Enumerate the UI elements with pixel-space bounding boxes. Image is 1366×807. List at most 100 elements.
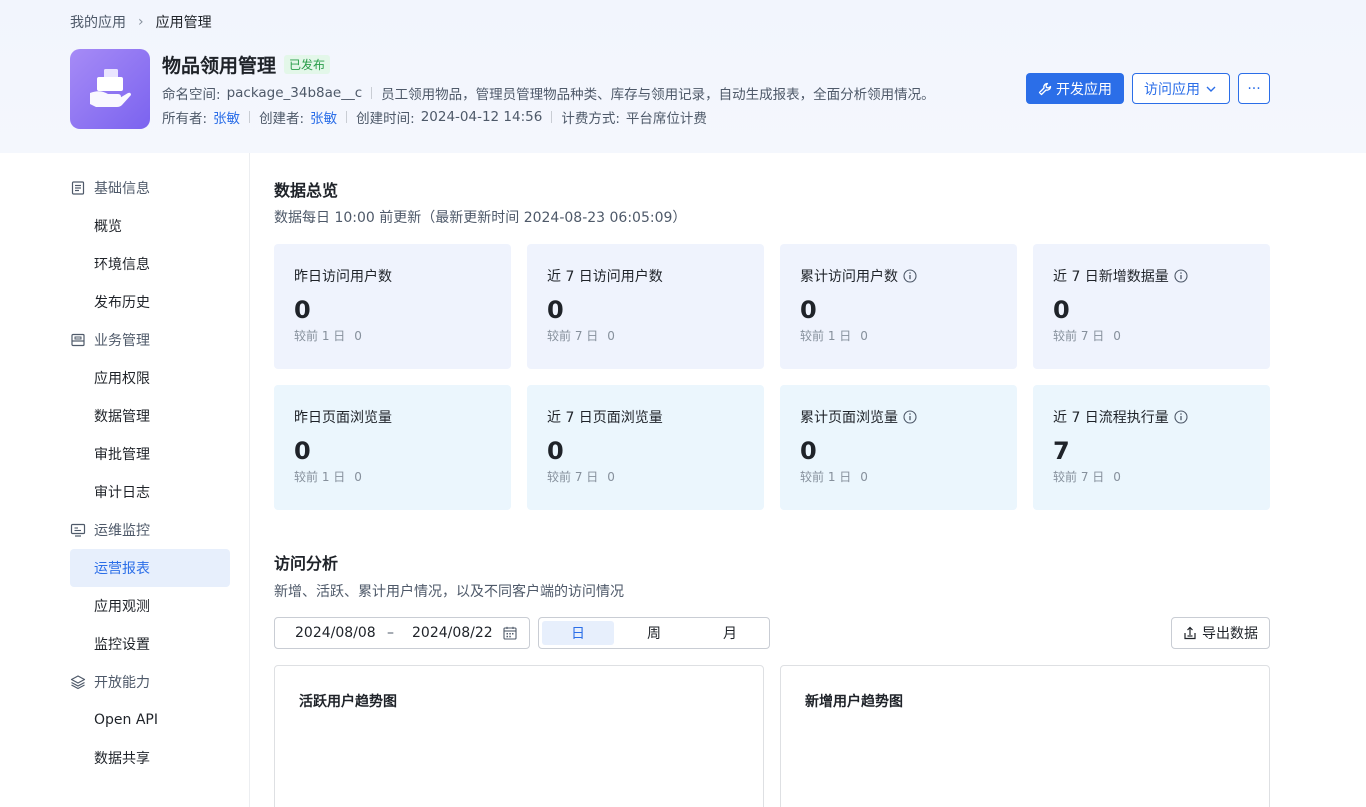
stat-card-label: 近 7 日页面浏览量 bbox=[547, 407, 744, 427]
stat-card-compare: 较前 7 日 0 bbox=[1053, 327, 1250, 344]
stat-card-compare-value: 0 bbox=[354, 470, 362, 484]
stat-card-compare-label: 较前 7 日 bbox=[547, 470, 599, 484]
calendar-icon bbox=[503, 626, 517, 640]
sidebar-item-release-history[interactable]: 发布历史 bbox=[70, 283, 230, 321]
wrench-icon bbox=[1038, 82, 1052, 95]
monitor-icon bbox=[70, 523, 86, 537]
sidebar-item-open-api[interactable]: Open API bbox=[70, 701, 230, 739]
namespace-value: package_34b8ae__c bbox=[226, 85, 363, 101]
develop-app-button[interactable]: 开发应用 bbox=[1026, 73, 1124, 104]
owner-link[interactable]: 张敏 bbox=[213, 107, 240, 127]
sidebar-item-monitor-settings[interactable]: 监控设置 bbox=[70, 625, 230, 663]
stat-card-compare-value: 0 bbox=[1113, 470, 1121, 484]
breadcrumb: 我的应用 › 应用管理 bbox=[70, 12, 212, 32]
created-time-label: 创建时间: bbox=[356, 111, 415, 127]
sidebar-item-overview[interactable]: 概览 bbox=[70, 207, 230, 245]
analysis-title: 访问分析 bbox=[274, 554, 339, 573]
stat-card-week-visitors: 近 7 日访问用户数 0 较前 7 日 0 bbox=[527, 244, 764, 369]
stat-card-week-pageviews: 近 7 日页面浏览量 0 较前 7 日 0 bbox=[527, 385, 764, 510]
meta-divider bbox=[551, 111, 553, 123]
stat-card-compare-value: 0 bbox=[354, 329, 362, 343]
sidebar-item-audit-log[interactable]: 审计日志 bbox=[70, 473, 230, 511]
stat-card-label-text: 累计页面浏览量 bbox=[800, 410, 898, 426]
briefcase-icon bbox=[71, 333, 85, 347]
date-range-separator: – bbox=[387, 625, 394, 641]
sidebar-item-app-permissions[interactable]: 应用权限 bbox=[70, 359, 230, 397]
date-start-input[interactable]: 2024/08/08 bbox=[295, 625, 376, 641]
breadcrumb-my-apps[interactable]: 我的应用 bbox=[70, 12, 126, 32]
stat-card-week-flow-executions: 近 7 日流程执行量 7 较前 7 日 0 bbox=[1033, 385, 1270, 510]
creator-label: 创建者: bbox=[259, 111, 305, 127]
granularity-segmented-control: 日 周 月 bbox=[538, 617, 770, 649]
namespace-label: 命名空间: bbox=[162, 87, 221, 103]
stat-card-yesterday-pageviews: 昨日页面浏览量 0 较前 1 日 0 bbox=[274, 385, 511, 510]
sidebar-item-app-observability[interactable]: 应用观测 bbox=[70, 587, 230, 625]
info-icon[interactable] bbox=[1174, 269, 1188, 283]
stat-card-compare-label: 较前 1 日 bbox=[294, 329, 346, 343]
export-data-label: 导出数据 bbox=[1202, 626, 1258, 642]
export-data-button[interactable]: 导出数据 bbox=[1171, 617, 1270, 649]
stat-card-compare-label: 较前 1 日 bbox=[800, 329, 852, 343]
visit-app-label: 访问应用 bbox=[1144, 81, 1200, 98]
sidebar-item-environment[interactable]: 环境信息 bbox=[70, 245, 230, 283]
active-users-chart-title: 活跃用户趋势图 bbox=[299, 694, 397, 710]
stat-card-label: 近 7 日流程执行量 bbox=[1053, 407, 1250, 427]
app-meta-namespace-row: 命名空间: package_34b8ae__c 员工领用物品，管理员管理物品种类… bbox=[162, 83, 935, 103]
billing-value: 平台席位计费 bbox=[625, 111, 707, 127]
stat-card-compare-label: 较前 7 日 bbox=[1053, 329, 1105, 343]
status-badge: 已发布 bbox=[284, 54, 331, 74]
stat-card-value: 0 bbox=[294, 296, 311, 324]
visit-app-dropdown[interactable]: 访问应用 bbox=[1132, 73, 1230, 104]
stat-card-compare-value: 0 bbox=[607, 470, 615, 484]
analysis-subtitle: 新增、活跃、累计用户情况，以及不同客户端的访问情况 bbox=[274, 584, 624, 600]
new-users-chart-title: 新增用户趋势图 bbox=[805, 694, 903, 710]
sidebar-item-operations-report[interactable]: 运营报表 bbox=[70, 549, 230, 587]
stat-card-value: 0 bbox=[800, 296, 817, 324]
sidebar-group-basic-info[interactable]: 基础信息 bbox=[70, 178, 150, 198]
meta-divider bbox=[346, 111, 348, 123]
more-actions-button[interactable]: ··· bbox=[1238, 73, 1270, 104]
stat-card-label-text: 昨日页面浏览量 bbox=[294, 410, 392, 426]
active-users-chart-panel: 活跃用户趋势图 bbox=[274, 665, 764, 807]
breadcrumb-separator: › bbox=[138, 14, 144, 30]
stat-card-compare: 较前 7 日 0 bbox=[547, 327, 744, 344]
info-icon[interactable] bbox=[903, 410, 917, 424]
stat-card-yesterday-visitors: 昨日访问用户数 0 较前 1 日 0 bbox=[274, 244, 511, 369]
sidebar-group-ops[interactable]: 运维监控 bbox=[70, 520, 150, 540]
sidebar-item-approval-management[interactable]: 审批管理 bbox=[70, 435, 230, 473]
creator-link[interactable]: 张敏 bbox=[310, 107, 337, 127]
sidebar-group-open-capability[interactable]: 开放能力 bbox=[70, 672, 150, 692]
stat-card-compare: 较前 1 日 0 bbox=[294, 327, 491, 344]
stat-card-label-text: 累计访问用户数 bbox=[800, 269, 898, 285]
date-range-picker[interactable]: 2024/08/08 – 2024/08/22 bbox=[274, 617, 530, 649]
granularity-month-tab[interactable]: 月 bbox=[694, 621, 766, 645]
info-icon[interactable] bbox=[1174, 410, 1188, 424]
sidebar-item-data-sharing[interactable]: 数据共享 bbox=[70, 739, 230, 777]
sidebar-group-business[interactable]: 业务管理 bbox=[70, 330, 150, 350]
stat-card-label: 近 7 日访问用户数 bbox=[547, 266, 744, 286]
granularity-week-tab[interactable]: 周 bbox=[618, 621, 690, 645]
sidebar-group-label: 开放能力 bbox=[94, 675, 150, 691]
app-title-row: 物品领用管理 已发布 bbox=[162, 51, 331, 77]
overview-title: 数据总览 bbox=[274, 181, 339, 200]
created-time-value: 2024-04-12 14:56 bbox=[420, 109, 543, 125]
stat-card-compare: 较前 1 日 0 bbox=[800, 468, 997, 485]
stat-card-label: 累计页面浏览量 bbox=[800, 407, 997, 427]
sidebar-group-label: 运维监控 bbox=[94, 523, 150, 539]
stat-card-label: 累计访问用户数 bbox=[800, 266, 997, 286]
billing-label: 计费方式: bbox=[561, 111, 620, 127]
stat-card-label: 昨日页面浏览量 bbox=[294, 407, 491, 427]
meta-divider bbox=[371, 87, 373, 99]
app-meta-people-row: 所有者: 张敏 创建者: 张敏 创建时间: 2024-04-12 14:56 计… bbox=[162, 107, 707, 127]
document-icon bbox=[71, 181, 85, 195]
stat-card-value: 7 bbox=[1053, 437, 1070, 465]
sidebar-item-data-management[interactable]: 数据管理 bbox=[70, 397, 230, 435]
info-icon[interactable] bbox=[903, 269, 917, 283]
app-header: 我的应用 › 应用管理 物品领用管理 已发布 命名空间: package_34b… bbox=[0, 0, 1366, 153]
date-end-input[interactable]: 2024/08/22 bbox=[412, 625, 493, 641]
granularity-day-tab[interactable]: 日 bbox=[542, 621, 614, 645]
stat-card-compare-label: 较前 7 日 bbox=[547, 329, 599, 343]
sidebar-group-label: 基础信息 bbox=[94, 181, 150, 197]
stat-card-label-text: 近 7 日流程执行量 bbox=[1053, 410, 1169, 426]
develop-app-label: 开发应用 bbox=[1056, 81, 1112, 98]
